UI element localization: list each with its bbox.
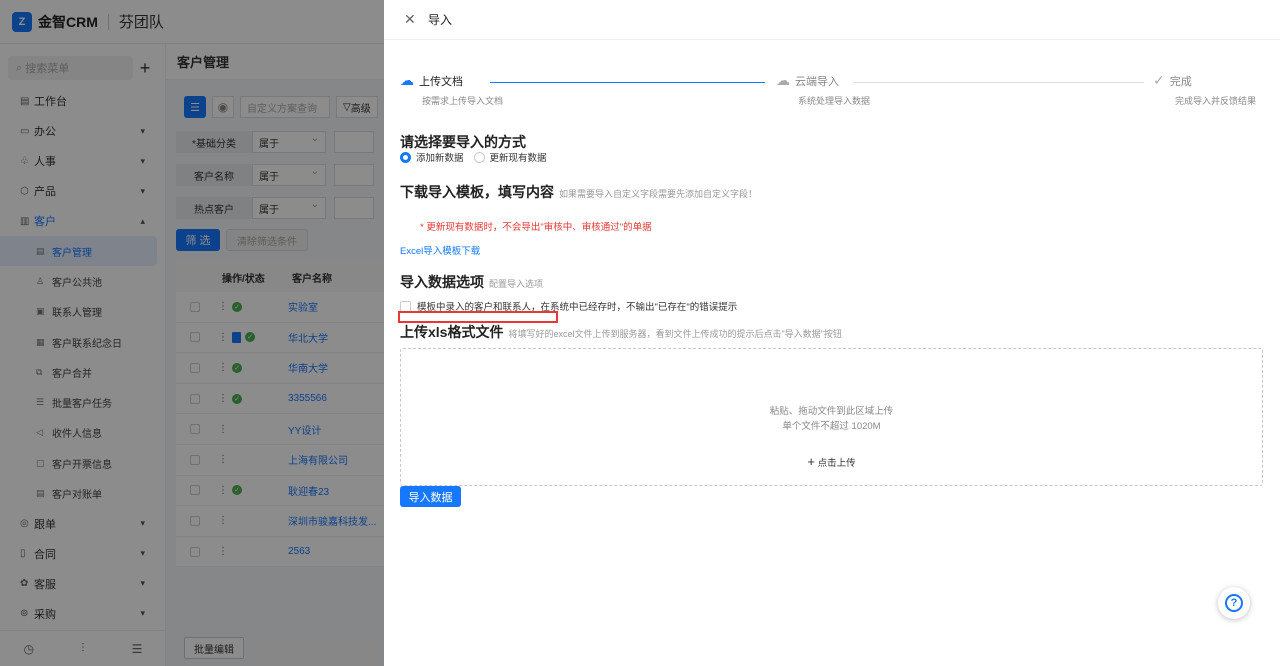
step-complete: ✓ 完成 完成导入并反馈结果 — [1153, 72, 1257, 106]
method-title: 请选择要导入的方式 — [400, 134, 526, 150]
radio-update[interactable] — [473, 151, 485, 163]
click-upload-button[interactable]: + 点击上传 — [401, 454, 1262, 469]
import-steps: ☁ 上传文档 按需求上传导入文档 ☁ 云端导入 系统处理导入数据 ✓ 完成 完成导入并… — [400, 72, 1270, 112]
upload-title: 上传xls格式文件 将填写好的excel文件上传到服务器，看到文件上传成功的提示后… — [400, 324, 842, 340]
radio-add-new[interactable] — [400, 151, 411, 163]
plus-icon: + — [807, 454, 815, 469]
drawer-title: 导入 — [428, 13, 453, 27]
import-drawer: ✕ 导入 ☁ 上传文档 按需求上传导入文档 ☁ 云端导入 系统处理导入数据 ✓ 完成 … — [384, 0, 1280, 666]
cloud-upload-icon: ☁ — [400, 72, 414, 88]
template-title: 下载导入模板，填写内容 如果需要导入自定义字段需要先添加自定义字段！ — [400, 184, 758, 200]
step-upload: ☁ 上传文档 按需求上传导入文档 — [400, 72, 504, 106]
step-line — [490, 82, 765, 83]
check-circle-icon: ✓ — [1153, 72, 1165, 88]
upload-dropzone[interactable]: 粘贴、拖动文件到此区域上传 单个文件不超过 1020M + 点击上传 — [400, 348, 1263, 486]
option-checkbox[interactable] — [400, 300, 411, 312]
step-cloud-import: ☁ 云端导入 系统处理导入数据 — [776, 72, 871, 106]
update-warning: * 更新现有数据时，不会导出"审核中、审核通过"的单据 — [420, 222, 652, 233]
options-title: 导入数据选项 配置导入选项 — [400, 274, 544, 290]
upload-size-hint: 单个文件不超过 1020M — [782, 421, 881, 432]
help-button[interactable]: ? — [1218, 587, 1250, 619]
template-download-link[interactable]: Excel导入模板下载 — [400, 243, 480, 257]
cloud-icon: ☁ — [776, 72, 790, 88]
upload-hint: 粘贴、拖动文件到此区域上传 — [769, 406, 894, 417]
drawer-header: ✕ 导入 — [384, 0, 1280, 40]
import-data-button[interactable]: 导入数据 — [400, 486, 461, 507]
question-icon: ? — [1225, 594, 1243, 612]
method-radio-group: 添加新数据 更新现有数据 — [400, 150, 547, 164]
step-line — [854, 82, 1144, 83]
close-icon[interactable]: ✕ — [404, 11, 420, 28]
